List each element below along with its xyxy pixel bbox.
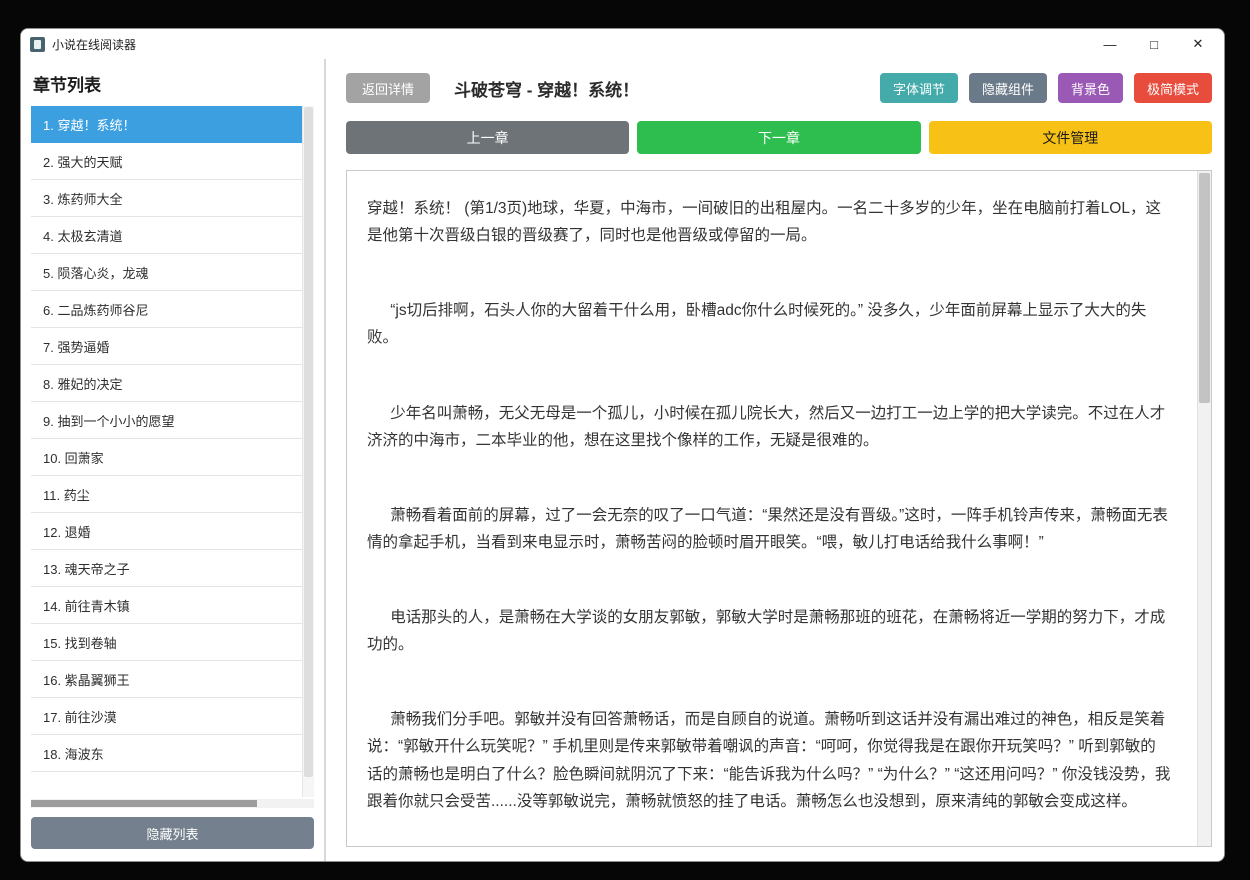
chapter-item[interactable]: 4. 太极玄清道 <box>31 217 302 254</box>
chapter-item[interactable]: 14. 前往青木镇 <box>31 587 302 624</box>
chapter-item[interactable]: 8. 雅妃的决定 <box>31 365 302 402</box>
book-chapter-title: 斗破苍穹 - 穿越！系统！ <box>454 80 640 100</box>
paragraph: 穿越！系统！ (第1/3页)地球，华夏，中海市，一间破旧的出租屋内。一名二十多岁… <box>367 200 1161 245</box>
paragraph: “js切后排啊，石头人你的大留着干什么用，卧槽adc你什么时候死的。” 没多久，… <box>367 302 1147 347</box>
chapter-list-horizontal-scrollbar-thumb[interactable] <box>31 800 258 807</box>
chapter-item[interactable]: 15. 找到卷轴 <box>31 624 302 661</box>
chapter-item[interactable]: 13. 魂天帝之子 <box>31 550 302 587</box>
content-vertical-scrollbar[interactable] <box>1197 171 1211 846</box>
app-icon <box>30 36 45 52</box>
chapter-list-wrap: 1. 穿越！系统！ 2. 强大的天赋 3. 炼药师大全 4. 太极玄清道 5. 陨落心炎… <box>31 106 314 797</box>
back-to-details-button[interactable]: 返回详情 <box>346 73 431 103</box>
reader-content-box: 穿越！系统！ (第1/3页)地球，华夏，中海市，一间破旧的出租屋内。一名二十多岁… <box>346 170 1212 847</box>
chapter-item[interactable]: 10. 回萧家 <box>31 439 302 476</box>
file-manager-button[interactable]: 文件管理 <box>928 121 1212 154</box>
maximize-button[interactable]: □ <box>1132 30 1176 58</box>
prev-chapter-button[interactable]: 上一章 <box>346 121 630 154</box>
paragraph: 电话那头的人，是萧畅在大学谈的女朋友郭敏，郭敏大学时是萧畅那班的班花，在萧畅将近… <box>367 609 1166 654</box>
paragraph: 萧畅看着面前的屏幕，过了一会无奈的叹了一口气道：“果然还是没有晋级。”这时，一阵… <box>367 506 1168 551</box>
chapter-item[interactable]: 3. 炼药师大全 <box>31 180 302 217</box>
chapter-list-title: 章节列表 <box>33 76 101 95</box>
hide-widgets-button[interactable]: 隐藏组件 <box>968 73 1047 103</box>
chapter-item[interactable]: 18. 海波东 <box>31 735 302 772</box>
close-button[interactable]: ✕ <box>1176 30 1220 58</box>
paragraph: 少年名叫萧畅，无父无母是一个孤儿，小时候在孤儿院长大，然后又一边打工一边上学的把… <box>367 404 1166 449</box>
app-window: 小说在线阅读器 — □ ✕ 章节列表 1. 穿越！系统！ 2. 强大的天赋 3. 炼… <box>20 28 1225 862</box>
window-body: 章节列表 1. 穿越！系统！ 2. 强大的天赋 3. 炼药师大全 4. 太极玄清道 5.… <box>21 59 1224 861</box>
hide-list-button[interactable]: 隐藏列表 <box>31 817 314 849</box>
minimize-button[interactable]: — <box>1088 30 1132 58</box>
chapter-nav: 上一章 下一章 文件管理 <box>346 121 1212 154</box>
chapter-list: 1. 穿越！系统！ 2. 强大的天赋 3. 炼药师大全 4. 太极玄清道 5. 陨落心炎… <box>31 106 302 797</box>
chapter-item[interactable]: 6. 二品炼药师谷尼 <box>31 291 302 328</box>
top-toolbar: 返回详情 斗破苍穹 - 穿越！系统！ 字体调节 隐藏组件 背景色 极简模式 <box>346 73 1212 103</box>
chapter-item[interactable]: 9. 抽到一个小小的愿望 <box>31 402 302 439</box>
font-adjust-button[interactable]: 字体调节 <box>879 73 958 103</box>
minimal-mode-button[interactable]: 极简模式 <box>1133 73 1212 103</box>
chapter-item[interactable]: 2. 强大的天赋 <box>31 143 302 180</box>
background-color-button[interactable]: 背景色 <box>1057 73 1123 103</box>
window-title: 小说在线阅读器 <box>52 37 137 52</box>
chapter-item[interactable]: 16. 紫晶翼狮王 <box>31 661 302 698</box>
titlebar: 小说在线阅读器 — □ ✕ <box>21 29 1224 59</box>
paragraph: 萧畅我们分手吧。郭敏并没有回答萧畅话，而是自顾自的说道。萧畅听到这话并没有漏出难… <box>367 711 1171 810</box>
chapter-item[interactable]: 11. 药尘 <box>31 476 302 513</box>
chapter-item[interactable]: 17. 前往沙漠 <box>31 698 302 735</box>
chapter-list-vertical-scrollbar[interactable] <box>302 106 314 797</box>
chapter-list-horizontal-scrollbar[interactable] <box>31 799 314 808</box>
content-vertical-scrollbar-thumb[interactable] <box>1199 173 1210 403</box>
chapter-item[interactable]: 5. 陨落心炎，龙魂 <box>31 254 302 291</box>
next-chapter-button[interactable]: 下一章 <box>637 121 921 154</box>
chapter-sidebar: 章节列表 1. 穿越！系统！ 2. 强大的天赋 3. 炼药师大全 4. 太极玄清道 5.… <box>21 59 326 861</box>
chapter-item[interactable]: 7. 强势逼婚 <box>31 328 302 365</box>
chapter-item[interactable]: 1. 穿越！系统！ <box>31 106 302 143</box>
chapter-item[interactable]: 12. 退婚 <box>31 513 302 550</box>
reader-main: 返回详情 斗破苍穹 - 穿越！系统！ 字体调节 隐藏组件 背景色 极简模式 上一… <box>326 59 1224 861</box>
chapter-list-vertical-scrollbar-thumb[interactable] <box>304 107 313 778</box>
reader-text: 穿越！系统！ (第1/3页)地球，华夏，中海市，一间破旧的出租屋内。一名二十多岁… <box>347 171 1197 846</box>
